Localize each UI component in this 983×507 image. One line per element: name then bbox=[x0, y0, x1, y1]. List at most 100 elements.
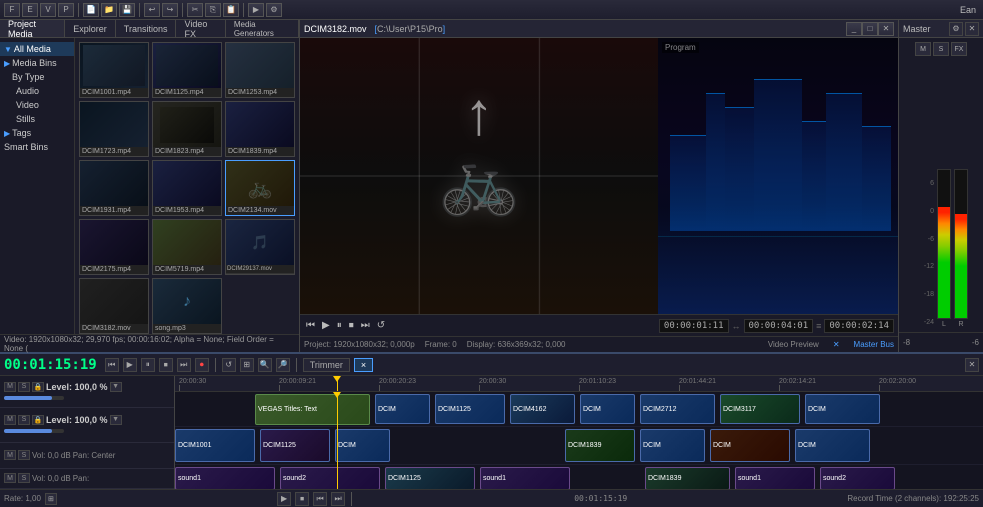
media-item[interactable]: DCIM2175.mp4 bbox=[79, 219, 149, 275]
tree-item-smart-bins[interactable]: Smart Bins bbox=[0, 140, 74, 154]
loop-btn[interactable]: ↺ bbox=[375, 320, 387, 331]
media-item[interactable]: DCIM1823.mp4 bbox=[152, 101, 222, 157]
media-item[interactable]: DCIM5719.mp4 bbox=[152, 219, 222, 275]
media-item[interactable]: DCIM1125.mp4 bbox=[152, 42, 222, 98]
trimmer-tab[interactable]: Trimmer bbox=[303, 358, 350, 372]
tree-item-all-media[interactable]: ▼ All Media bbox=[0, 42, 74, 56]
menu-view[interactable]: V bbox=[40, 3, 56, 17]
level-slider-v2[interactable] bbox=[4, 429, 64, 433]
clip-video2[interactable]: DCIM bbox=[640, 429, 705, 462]
clip-video[interactable]: DCIM1125 bbox=[435, 394, 505, 424]
track-solo-a1[interactable]: S bbox=[18, 450, 30, 460]
tree-item-video[interactable]: Video bbox=[0, 98, 74, 112]
menu-project[interactable]: P bbox=[58, 3, 74, 17]
clip-video[interactable]: DCIM bbox=[375, 394, 430, 424]
clip-video2[interactable]: DCIM bbox=[335, 429, 390, 462]
media-item[interactable]: DCIM1723.mp4 bbox=[79, 101, 149, 157]
track-mute-v1[interactable]: M bbox=[4, 382, 16, 392]
media-item[interactable]: DCIM3182.mov bbox=[79, 278, 149, 334]
track-lock-v1[interactable]: 🔒 bbox=[32, 382, 44, 392]
audio-fx-btn[interactable]: FX bbox=[951, 42, 967, 56]
tl-zoom-in-btn[interactable]: 🔍 bbox=[258, 358, 272, 372]
tab-media-generators[interactable]: Media Generators bbox=[226, 20, 299, 37]
track-mute-a2[interactable]: M bbox=[4, 473, 16, 483]
stop-btn[interactable]: ⏹ bbox=[347, 320, 356, 331]
tl-record-btn[interactable]: ⏺ bbox=[195, 358, 209, 372]
tl-snap-btn[interactable]: ⊞ bbox=[240, 358, 254, 372]
audio-clip[interactable]: sound1 bbox=[735, 467, 815, 489]
audio-clip[interactable]: DCIM1839 bbox=[645, 467, 730, 489]
track-expand-v1[interactable]: ▼ bbox=[110, 382, 122, 392]
media-item-audio[interactable]: ♪ song.mp3 bbox=[152, 278, 222, 334]
media-item[interactable]: DCIM1001.mp4 bbox=[79, 42, 149, 98]
audio-clip[interactable]: DCIM1125 bbox=[385, 467, 475, 489]
track-mute-a1[interactable]: M bbox=[4, 450, 16, 460]
clip-video2[interactable]: DCIM1001 bbox=[175, 429, 255, 462]
copy-btn[interactable]: ⎘ bbox=[205, 3, 221, 17]
clip-video2[interactable]: DCIM bbox=[795, 429, 870, 462]
media-item[interactable]: DCIM1839.mp4 bbox=[225, 101, 295, 157]
tree-item-media-bins[interactable]: ▶ Media Bins bbox=[0, 56, 74, 70]
menu-file[interactable]: F bbox=[4, 3, 20, 17]
preview-minimize-btn[interactable]: _ bbox=[846, 22, 862, 36]
tree-item-by-type[interactable]: By Type bbox=[0, 70, 74, 84]
tl-go-end-btn[interactable]: ⏭ bbox=[177, 358, 191, 372]
audio-clip[interactable]: sound2 bbox=[820, 467, 895, 489]
track-solo-v1[interactable]: S bbox=[18, 382, 30, 392]
footer-settings-btn[interactable]: ⊞ bbox=[45, 493, 57, 505]
pause-btn[interactable]: ⏸ bbox=[335, 320, 344, 331]
clip-video[interactable]: DCIM4162 bbox=[510, 394, 575, 424]
new-project-btn[interactable]: 📄 bbox=[83, 3, 99, 17]
preview-expand-btn[interactable]: □ bbox=[862, 22, 878, 36]
track-solo-a2[interactable]: S bbox=[18, 473, 30, 483]
footer-prev-btn[interactable]: ⏮ bbox=[313, 492, 327, 506]
footer-next-btn[interactable]: ⏭ bbox=[331, 492, 345, 506]
track-expand-v2[interactable]: ▼ bbox=[110, 415, 122, 425]
render-btn[interactable]: ▶ bbox=[248, 3, 264, 17]
tree-item-stills[interactable]: Stills bbox=[0, 112, 74, 126]
tab-project-media[interactable]: Project Media bbox=[0, 20, 65, 37]
clip-video2[interactable]: DCIM1839 bbox=[565, 429, 635, 462]
prev-frame-btn[interactable]: ⏮ bbox=[304, 320, 317, 331]
tab-explorer[interactable]: Explorer bbox=[65, 20, 116, 37]
tl-close-btn[interactable]: ✕ bbox=[965, 358, 979, 372]
audio-settings-btn[interactable]: ⚙ bbox=[949, 22, 963, 36]
tl-stop-btn[interactable]: ⏹ bbox=[159, 358, 173, 372]
undo-btn[interactable]: ↩ bbox=[144, 3, 160, 17]
level-slider-v1[interactable] bbox=[4, 396, 64, 400]
paste-btn[interactable]: 📋 bbox=[223, 3, 239, 17]
tree-item-tags[interactable]: ▶ Tags bbox=[0, 126, 74, 140]
tl-play-btn[interactable]: ▶ bbox=[123, 358, 137, 372]
cut-btn[interactable]: ✂ bbox=[187, 3, 203, 17]
media-item[interactable]: 🎵 DCIM29137.mov bbox=[225, 219, 295, 275]
menu-edit[interactable]: E bbox=[22, 3, 38, 17]
audio-clip[interactable]: sound1 bbox=[175, 467, 275, 489]
media-item[interactable]: DCIM1931.mp4 bbox=[79, 160, 149, 216]
timeline-tab[interactable]: × bbox=[354, 358, 373, 372]
clip-video[interactable]: DCIM bbox=[580, 394, 635, 424]
clip-titles[interactable]: VEGAS Titles: Text bbox=[255, 394, 370, 425]
play-btn[interactable]: ▶ bbox=[320, 320, 332, 331]
audio-clip[interactable]: sound1 bbox=[480, 467, 570, 489]
tab-transitions[interactable]: Transitions bbox=[116, 20, 177, 37]
clip-video2[interactable]: DCIM1125 bbox=[260, 429, 330, 462]
clip-video[interactable]: DCIM bbox=[805, 394, 880, 424]
tree-item-audio[interactable]: Audio bbox=[0, 84, 74, 98]
settings-btn[interactable]: ⚙ bbox=[266, 3, 282, 17]
tl-go-start-btn[interactable]: ⏮ bbox=[105, 358, 119, 372]
media-item[interactable]: DCIM1253.mp4 bbox=[225, 42, 295, 98]
audio-solo-btn[interactable]: S bbox=[933, 42, 949, 56]
redo-btn[interactable]: ↪ bbox=[162, 3, 178, 17]
media-item-selected[interactable]: 🚲 DCIM2134.mov bbox=[225, 160, 295, 216]
open-btn[interactable]: 📁 bbox=[101, 3, 117, 17]
footer-stop-btn[interactable]: ⏹ bbox=[295, 492, 309, 506]
clip-video[interactable]: DCIM3117 bbox=[720, 394, 800, 424]
audio-clip[interactable]: sound2 bbox=[280, 467, 380, 489]
tl-pause-btn[interactable]: ⏸ bbox=[141, 358, 155, 372]
footer-play-btn[interactable]: ▶ bbox=[277, 492, 291, 506]
tab-video-fx[interactable]: Video FX bbox=[176, 20, 225, 37]
preview-close-btn[interactable]: ✕ bbox=[878, 22, 894, 36]
media-item[interactable]: DCIM1953.mp4 bbox=[152, 160, 222, 216]
clip-video2[interactable]: DCIM bbox=[710, 429, 790, 462]
tl-loop-btn[interactable]: ↺ bbox=[222, 358, 236, 372]
